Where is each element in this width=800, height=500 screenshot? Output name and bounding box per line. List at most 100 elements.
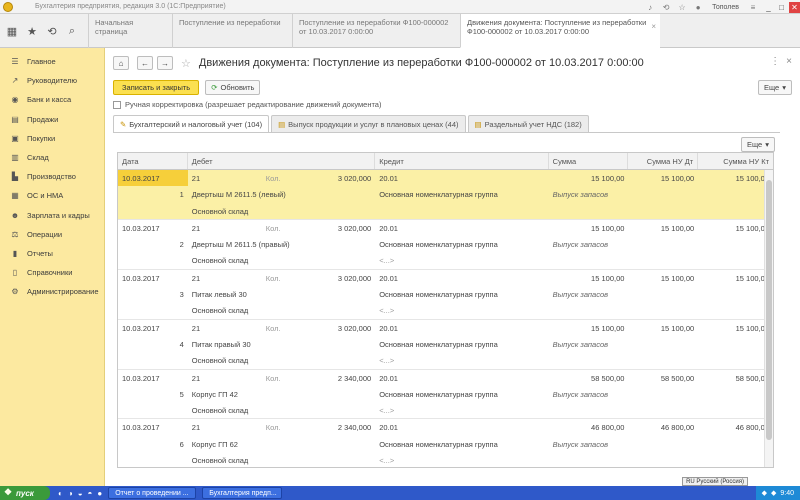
tab-close-icon[interactable]: ×	[651, 22, 656, 31]
cell-date[interactable]: 10.03.2017	[118, 419, 188, 435]
sidebar-item-assets[interactable]: ▦ ОС и НМА	[0, 186, 104, 205]
cell-credit-sub[interactable]: <...>	[375, 302, 548, 318]
close-button[interactable]: ✕	[789, 1, 800, 13]
cell-date[interactable]: 10.03.2017	[118, 370, 188, 386]
manual-correction-row[interactable]: Ручная корректировка (разрешает редактир…	[113, 100, 381, 109]
forward-button[interactable]: →	[157, 56, 173, 70]
sidebar-item-bank[interactable]: ◉ Банк и касса	[0, 90, 104, 109]
sidebar-item-warehouse[interactable]: ▥ Склад	[0, 148, 104, 167]
cell-debit-store[interactable]: Основной склад	[188, 252, 375, 268]
refresh-button[interactable]: ⟳ Обновить	[205, 80, 261, 95]
cell-sum[interactable]: 46 800,00	[549, 419, 629, 435]
table-scrollbar[interactable]	[764, 170, 773, 467]
table-row[interactable]: 10.03.2017 21 Кол. 3 020,000 20.01 15 100,00 1…	[118, 270, 773, 320]
table-row[interactable]: 10.03.2017 21 Кол. 3 020,000 20.01 15 100,00 1…	[118, 220, 773, 270]
tray-icon[interactable]: ◆	[771, 489, 776, 497]
cell-debit-account[interactable]: 21 Кол. 3 020,000	[188, 270, 375, 286]
col-sum-nu-kt[interactable]: Сумма НУ Кт	[698, 153, 773, 169]
cell-credit-group[interactable]: Основная номенклатурная группа	[375, 286, 548, 302]
cell-debit-item[interactable]: Корпус ГП 42	[188, 386, 375, 402]
menu-icon[interactable]: ≡	[748, 2, 758, 12]
cell-sum-nu-dt[interactable]: 15 100,00	[628, 270, 698, 286]
cell-date[interactable]: 10.03.2017	[118, 320, 188, 336]
cell-sum-nu-dt[interactable]: 15 100,00	[628, 170, 698, 186]
cell-credit-group[interactable]: Основная номенклатурная группа	[375, 236, 548, 252]
cell-debit-account[interactable]: 21 Кол. 3 020,000	[188, 320, 375, 336]
history-icon[interactable]: ⟲	[46, 25, 58, 38]
bell-icon[interactable]: ♪	[645, 2, 655, 12]
cell-sum-nu-dt[interactable]: 15 100,00	[628, 220, 698, 236]
cell-debit-account[interactable]: 21 Кол. 3 020,000	[188, 170, 375, 186]
cell-credit-sub[interactable]: <...>	[375, 352, 548, 368]
cell-credit-account[interactable]: 20.01	[375, 170, 548, 186]
sidebar-item-sales[interactable]: ▤ Продажи	[0, 110, 104, 129]
cell-credit-sub[interactable]: <...>	[375, 452, 548, 467]
minimize-button[interactable]: _	[763, 2, 774, 13]
cell-debit-item[interactable]: Двертыш М 2611.5 (левый)	[188, 186, 375, 202]
cell-debit-item[interactable]: Корпус ГП 62	[188, 436, 375, 452]
quicklaunch-icon[interactable]: ●	[97, 489, 102, 498]
cell-sum[interactable]: 15 100,00	[549, 220, 629, 236]
sections-grid-icon[interactable]: ▦	[6, 25, 18, 38]
table-row[interactable]: 10.03.2017 21 Кол. 2 340,000 20.01 46 800,00 4…	[118, 419, 773, 467]
tab-receipt-list[interactable]: Поступление из переработки	[172, 14, 292, 48]
quicklaunch-icon[interactable]: ◒	[78, 489, 83, 498]
clock[interactable]: 9:40	[780, 490, 794, 497]
cell-sum-nu-kt[interactable]: 15 100,00	[698, 320, 773, 336]
cell-sum-nu-kt[interactable]: 15 100,00	[698, 220, 773, 236]
cell-sum[interactable]: 15 100,00	[549, 320, 629, 336]
cell-credit-account[interactable]: 20.01	[375, 370, 548, 386]
quicklaunch-icon[interactable]: ◓	[88, 489, 93, 498]
cell-sum-nu-dt[interactable]: 15 100,00	[628, 320, 698, 336]
tray-icon[interactable]: ◆	[762, 489, 767, 497]
cell-sum-nu-kt[interactable]: 58 500,00	[698, 370, 773, 386]
maximize-button[interactable]: □	[776, 2, 787, 13]
cell-sum[interactable]: 15 100,00	[549, 170, 629, 186]
cell-debit-store[interactable]: Основной склад	[188, 203, 375, 219]
cell-sum-nu-kt[interactable]: 15 100,00	[698, 170, 773, 186]
cell-credit-group[interactable]: Основная номенклатурная группа	[375, 436, 548, 452]
cell-credit-group[interactable]: Основная номенклатурная группа	[375, 186, 548, 202]
tab-vat-accounting[interactable]: ▤ Раздельный учет НДС (182)	[467, 115, 589, 132]
cell-sum[interactable]: 15 100,00	[549, 270, 629, 286]
quicklaunch-icon[interactable]: ◐	[58, 489, 63, 498]
cell-date[interactable]: 10.03.2017	[118, 270, 188, 286]
sidebar-item-production[interactable]: ▙ Производство	[0, 167, 104, 186]
cell-sum-nu-kt[interactable]: 15 100,00	[698, 270, 773, 286]
sidebar-item-operations[interactable]: ⚖ Операции	[0, 225, 104, 244]
tab-accounting[interactable]: ✎ Бухгалтерский и налоговый учет (104)	[113, 115, 270, 132]
col-debit[interactable]: Дебет	[188, 153, 376, 169]
cell-debit-item[interactable]: Питак левый 30	[188, 286, 375, 302]
cell-credit-account[interactable]: 20.01	[375, 220, 548, 236]
cell-debit-store[interactable]: Основной склад	[188, 402, 375, 418]
col-credit[interactable]: Кредит	[375, 153, 549, 169]
tab-home[interactable]: Начальная страница	[88, 14, 172, 48]
taskbar-task[interactable]: Отчет о проведении ...	[108, 487, 197, 499]
sidebar-item-main[interactable]: ☰ Главное	[0, 52, 104, 71]
cell-debit-store[interactable]: Основной склад	[188, 452, 375, 467]
cell-debit-store[interactable]: Основной склад	[188, 352, 375, 368]
movements-table[interactable]: Дата Дебет Кредит Сумма Сумма НУ Дт Сумм…	[117, 152, 774, 468]
cell-credit-sub[interactable]: <...>	[375, 402, 548, 418]
home-button[interactable]: ⌂	[113, 56, 129, 70]
history-icon[interactable]: ⟲	[661, 2, 671, 12]
manual-correction-checkbox[interactable]	[113, 100, 121, 109]
cell-credit-account[interactable]: 20.01	[375, 270, 548, 286]
table-row[interactable]: 10.03.2017 21 Кол. 2 340,000 20.01 58 500,00 5…	[118, 370, 773, 420]
cell-debit-account[interactable]: 21 Кол. 3 020,000	[188, 220, 375, 236]
favorite-star-icon[interactable]: ☆	[181, 57, 191, 70]
cell-credit-sub[interactable]: <...>	[375, 252, 548, 268]
cell-credit-sub[interactable]	[375, 203, 548, 219]
quicklaunch-icon[interactable]: ◑	[68, 489, 73, 498]
cell-debit-account[interactable]: 21 Кол. 2 340,000	[188, 419, 375, 435]
col-date[interactable]: Дата	[118, 153, 188, 169]
cell-credit-account[interactable]: 20.01	[375, 419, 548, 435]
table-row[interactable]: 10.03.2017 21 Кол. 3 020,000 20.01 15 100,00 1…	[118, 170, 773, 220]
user-name[interactable]: Тополев	[712, 4, 739, 11]
search-icon[interactable]: ⌕	[66, 25, 78, 38]
sidebar-item-salary[interactable]: ☻ Зарплата и кадры	[0, 206, 104, 225]
cell-credit-group[interactable]: Основная номенклатурная группа	[375, 336, 548, 352]
cell-date[interactable]: 10.03.2017	[118, 220, 188, 236]
table-more-button[interactable]: Еще ▾	[740, 137, 775, 152]
more-actions-icon[interactable]: ⋮	[770, 56, 780, 67]
